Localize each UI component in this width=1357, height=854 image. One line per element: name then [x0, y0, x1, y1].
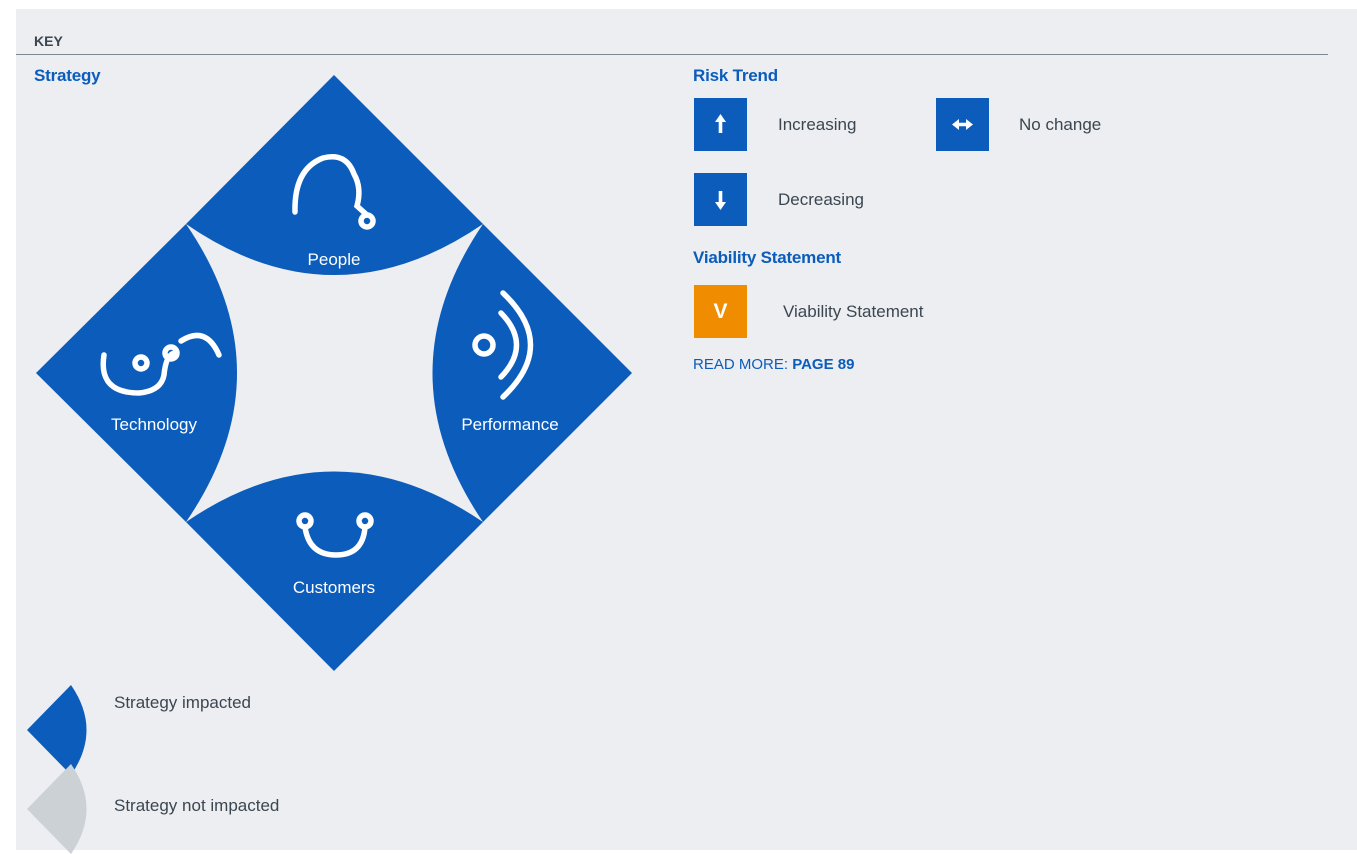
- risk-trend-title: Risk Trend: [693, 66, 778, 85]
- key-divider: [16, 54, 1328, 55]
- people-label: People: [308, 250, 361, 269]
- arrow-down-icon: [694, 173, 747, 226]
- viability-badge: V: [694, 285, 747, 338]
- key-panel: KEY Strategy People Technology Performan…: [16, 9, 1357, 854]
- read-more-link[interactable]: READ MORE: PAGE 89: [693, 356, 854, 373]
- not-impacted-swatch-icon: [27, 764, 87, 854]
- read-more-page: PAGE 89: [792, 356, 855, 373]
- technology-label: Technology: [111, 415, 198, 434]
- impacted-swatch-icon: [27, 685, 87, 775]
- strategy-diagram: People Technology Performance Customers: [36, 75, 632, 671]
- viability-title: Viability Statement: [693, 248, 841, 267]
- arrow-left-right-icon: [936, 98, 989, 151]
- strategy-impacted-label: Strategy impacted: [114, 693, 252, 712]
- technology-segment: [36, 224, 237, 522]
- customers-label: Customers: [293, 578, 375, 597]
- increasing-label: Increasing: [778, 115, 857, 134]
- performance-segment: [432, 224, 632, 522]
- no-change-label: No change: [1019, 115, 1102, 134]
- viability-label: Viability Statement: [783, 302, 924, 321]
- strategy-not-impacted-label: Strategy not impacted: [114, 796, 280, 815]
- read-more-prefix: READ MORE:: [693, 356, 793, 373]
- arrow-up-icon: [694, 98, 747, 151]
- people-segment: [186, 75, 483, 275]
- key-title: KEY: [34, 33, 63, 49]
- performance-label: Performance: [461, 415, 558, 434]
- customers-segment: [186, 471, 483, 671]
- decreasing-label: Decreasing: [778, 190, 864, 209]
